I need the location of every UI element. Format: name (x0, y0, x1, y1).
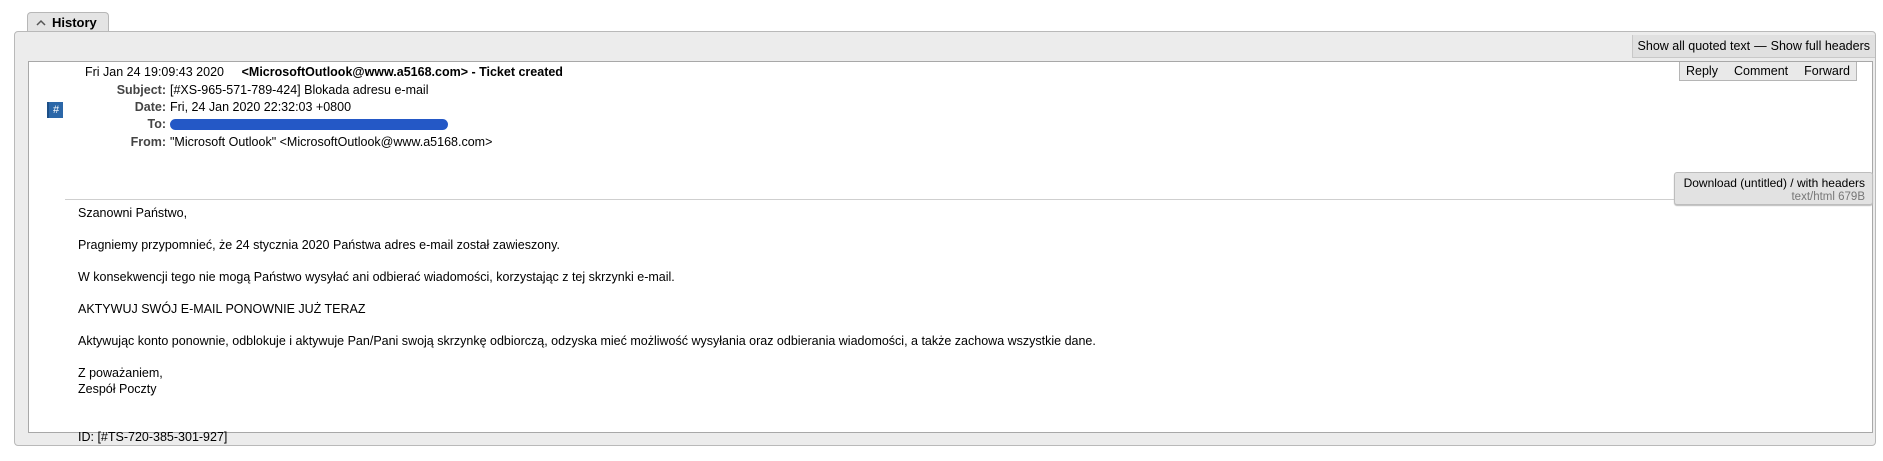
header-date-label: Date: (134, 100, 166, 114)
header-subject-value: [#XS-965-571-789-424] Blokada adresu e-m… (170, 83, 429, 97)
history-panel: Show all quoted text — Show full headers… (14, 31, 1876, 446)
header-date-value: Fri, 24 Jan 2020 22:32:03 +0800 (170, 100, 352, 114)
show-quoted-text-link[interactable]: Show all quoted text (1638, 39, 1751, 53)
history-tab[interactable]: History (27, 12, 109, 31)
history-actions: Show all quoted text — Show full headers (1631, 35, 1875, 58)
header-from-value: "Microsoft Outlook" <MicrosoftOutlook@ww… (170, 135, 493, 149)
transaction-panel: # Fri Jan 24 19:09:43 2020 <MicrosoftOut… (28, 61, 1873, 444)
body-line: AKTYWUJ SWÓJ E-MAIL PONOWNIE JUŻ TERAZ (78, 302, 366, 316)
forward-button[interactable]: Forward (1804, 64, 1850, 78)
actions-separator: — (1754, 39, 1767, 53)
reply-button[interactable]: Reply (1686, 64, 1718, 78)
attachment-info: text/html 679B (1791, 191, 1865, 203)
body-line: Aktywując konto ponownie, odblokuje i ak… (78, 334, 1096, 348)
header-subject-label: Subject: (116, 83, 166, 97)
download-link[interactable]: Download (untitled) / with headers (1675, 176, 1865, 190)
redaction-mark (170, 119, 448, 130)
show-full-headers-link[interactable]: Show full headers (1771, 39, 1870, 53)
body-line: ID: [#TS-720-385-301-927] (78, 430, 228, 444)
body-line: Z poważaniem, (78, 366, 163, 380)
comment-button[interactable]: Comment (1734, 64, 1788, 78)
download-box: Download (untitled) / with headers text/… (1674, 172, 1873, 205)
body-line: Zespół Poczty (78, 382, 157, 396)
body-line: Pragniemy przypomnieć, że 24 stycznia 20… (78, 238, 560, 252)
header-from-label: From: (130, 135, 166, 149)
header-to-label: To: (147, 117, 166, 131)
header-divider (65, 199, 1870, 200)
chevron-up-icon (36, 19, 46, 26)
history-tab-label: History (52, 14, 97, 30)
transaction-description: <MicrosoftOutlook@www.a5168.com> - Ticke… (241, 65, 563, 79)
body-line: Szanowni Państwo, (78, 206, 188, 220)
transaction-date: Fri Jan 24 19:09:43 2020 (85, 65, 224, 79)
transaction-metadata: Fri Jan 24 19:09:43 2020 <MicrosoftOutlo… (85, 64, 563, 79)
body-line: W konsekwencji tego nie mogą Państwo wys… (78, 270, 675, 284)
transaction-actions: Reply Comment Forward (1679, 62, 1857, 81)
